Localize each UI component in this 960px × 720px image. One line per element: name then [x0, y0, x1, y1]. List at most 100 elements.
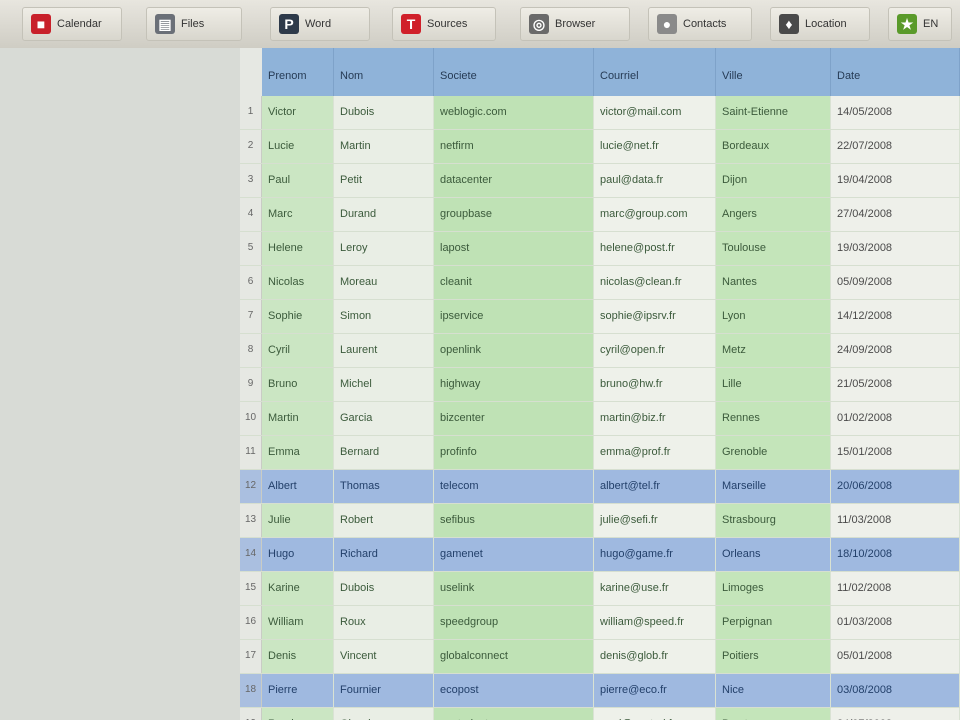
table-cell[interactable]: gamenet	[434, 538, 594, 571]
table-cell[interactable]: Nice	[716, 674, 831, 707]
table-cell[interactable]: uselink	[434, 572, 594, 605]
table-cell[interactable]: albert@tel.fr	[594, 470, 716, 503]
table-cell[interactable]: Bruno	[262, 368, 334, 401]
table-cell[interactable]: 03/08/2008	[831, 674, 960, 707]
row-number[interactable]: 12	[240, 470, 262, 503]
table-cell[interactable]: Emma	[262, 436, 334, 469]
table-cell[interactable]: Dubois	[334, 572, 434, 605]
table-cell[interactable]: emma@prof.fr	[594, 436, 716, 469]
row-number[interactable]: 9	[240, 368, 262, 401]
table-cell[interactable]: 15/01/2008	[831, 436, 960, 469]
table-cell[interactable]: Dijon	[716, 164, 831, 197]
table-cell[interactable]: Angers	[716, 198, 831, 231]
table-cell[interactable]: Cyril	[262, 334, 334, 367]
row-number[interactable]: 17	[240, 640, 262, 673]
table-row[interactable]: 19RemiGirardcentralnetremi@central.frBre…	[240, 708, 960, 720]
table-cell[interactable]: bizcenter	[434, 402, 594, 435]
table-cell[interactable]: pierre@eco.fr	[594, 674, 716, 707]
row-number[interactable]: 10	[240, 402, 262, 435]
table-cell[interactable]: globalconnect	[434, 640, 594, 673]
table-row[interactable]: 3 Paul Petit datacenter paul@data.fr Dijon 19/…	[240, 164, 960, 198]
table-cell[interactable]: bruno@hw.fr	[594, 368, 716, 401]
taskbar-button-calendar[interactable]: ■ Calendar	[22, 7, 122, 41]
table-cell[interactable]: 05/09/2008	[831, 266, 960, 299]
table-row[interactable]: 12 Albert Thomas telecom albert@tel.fr Marsei…	[240, 470, 960, 504]
table-cell[interactable]: lapost	[434, 232, 594, 265]
table-cell[interactable]: 19/03/2008	[831, 232, 960, 265]
row-number[interactable]: 6	[240, 266, 262, 299]
table-row[interactable]: 14 Hugo Richard gamenet hugo@game.fr Orleans 1…	[240, 538, 960, 572]
table-cell[interactable]: lucie@net.fr	[594, 130, 716, 163]
table-row[interactable]: 9 Bruno Michel highway bruno@hw.fr Lille 21/05…	[240, 368, 960, 402]
table-cell[interactable]: 11/02/2008	[831, 572, 960, 605]
table-cell[interactable]: Simon	[334, 300, 434, 333]
table-cell[interactable]: Marseille	[716, 470, 831, 503]
table-row[interactable]: 8 Cyril Laurent openlink cyril@open.fr Metz 24…	[240, 334, 960, 368]
table-cell[interactable]: Poitiers	[716, 640, 831, 673]
table-cell[interactable]: William	[262, 606, 334, 639]
column-header[interactable]: Prenom	[262, 48, 334, 96]
table-cell[interactable]: Thomas	[334, 470, 434, 503]
table-row[interactable]: 7 Sophie Simon ipservice sophie@ipsrv.fr Lyon…	[240, 300, 960, 334]
table-cell[interactable]: 24/09/2008	[831, 334, 960, 367]
table-cell[interactable]: martin@biz.fr	[594, 402, 716, 435]
table-cell[interactable]: 21/05/2008	[831, 368, 960, 401]
table-cell[interactable]: Lille	[716, 368, 831, 401]
table-row[interactable]: 5 Helene Leroy lapost helene@post.fr Toulouse…	[240, 232, 960, 266]
taskbar-button-language[interactable]: ★ EN	[888, 7, 952, 41]
taskbar-button-location[interactable]: ♦ Location	[770, 7, 870, 41]
table-row[interactable]: 2 Lucie Martin netfirm lucie@net.fr Bordeaux 2…	[240, 130, 960, 164]
table-cell[interactable]: telecom	[434, 470, 594, 503]
row-number[interactable]: 19	[240, 708, 262, 720]
table-cell[interactable]: Rennes	[716, 402, 831, 435]
table-cell[interactable]: remi@central.fr	[594, 708, 716, 720]
table-cell[interactable]: sophie@ipsrv.fr	[594, 300, 716, 333]
table-cell[interactable]: Fournier	[334, 674, 434, 707]
table-cell[interactable]: karine@use.fr	[594, 572, 716, 605]
table-cell[interactable]: Lyon	[716, 300, 831, 333]
table-cell[interactable]: profinfo	[434, 436, 594, 469]
table-cell[interactable]: Martin	[262, 402, 334, 435]
table-cell[interactable]: Girard	[334, 708, 434, 720]
table-cell[interactable]: Richard	[334, 538, 434, 571]
table-cell[interactable]: Karine	[262, 572, 334, 605]
table-cell[interactable]: 19/04/2008	[831, 164, 960, 197]
table-cell[interactable]: denis@glob.fr	[594, 640, 716, 673]
table-cell[interactable]: 18/10/2008	[831, 538, 960, 571]
table-cell[interactable]: Metz	[716, 334, 831, 367]
row-number[interactable]: 11	[240, 436, 262, 469]
table-cell[interactable]: Vincent	[334, 640, 434, 673]
table-cell[interactable]: Leroy	[334, 232, 434, 265]
table-cell[interactable]: Paul	[262, 164, 334, 197]
table-cell[interactable]: ecopost	[434, 674, 594, 707]
table-cell[interactable]: cyril@open.fr	[594, 334, 716, 367]
table-cell[interactable]: Perpignan	[716, 606, 831, 639]
table-row[interactable]: 10 Martin Garcia bizcenter martin@biz.fr Renn…	[240, 402, 960, 436]
column-header[interactable]: Societe	[434, 48, 594, 96]
table-cell[interactable]: cleanit	[434, 266, 594, 299]
table-cell[interactable]: hugo@game.fr	[594, 538, 716, 571]
table-cell[interactable]: nicolas@clean.fr	[594, 266, 716, 299]
table-cell[interactable]: Bernard	[334, 436, 434, 469]
table-cell[interactable]: Strasbourg	[716, 504, 831, 537]
table-cell[interactable]: Michel	[334, 368, 434, 401]
row-number[interactable]: 3	[240, 164, 262, 197]
table-cell[interactable]: 11/03/2008	[831, 504, 960, 537]
row-number[interactable]: 15	[240, 572, 262, 605]
column-header[interactable]: Courriel	[594, 48, 716, 96]
table-cell[interactable]: Robert	[334, 504, 434, 537]
table-cell[interactable]: netfirm	[434, 130, 594, 163]
table-cell[interactable]: william@speed.fr	[594, 606, 716, 639]
row-number[interactable]: 7	[240, 300, 262, 333]
table-cell[interactable]: Marc	[262, 198, 334, 231]
table-cell[interactable]: weblogic.com	[434, 96, 594, 129]
taskbar-button-browser[interactable]: ◎ Browser	[520, 7, 630, 41]
table-cell[interactable]: Albert	[262, 470, 334, 503]
table-cell[interactable]: 24/07/2008	[831, 708, 960, 720]
table-row[interactable]: 16 William Roux speedgroup william@speed.fr P…	[240, 606, 960, 640]
table-cell[interactable]: highway	[434, 368, 594, 401]
table-cell[interactable]: julie@sefi.fr	[594, 504, 716, 537]
table-cell[interactable]: ipservice	[434, 300, 594, 333]
table-cell[interactable]: paul@data.fr	[594, 164, 716, 197]
table-cell[interactable]: Sophie	[262, 300, 334, 333]
